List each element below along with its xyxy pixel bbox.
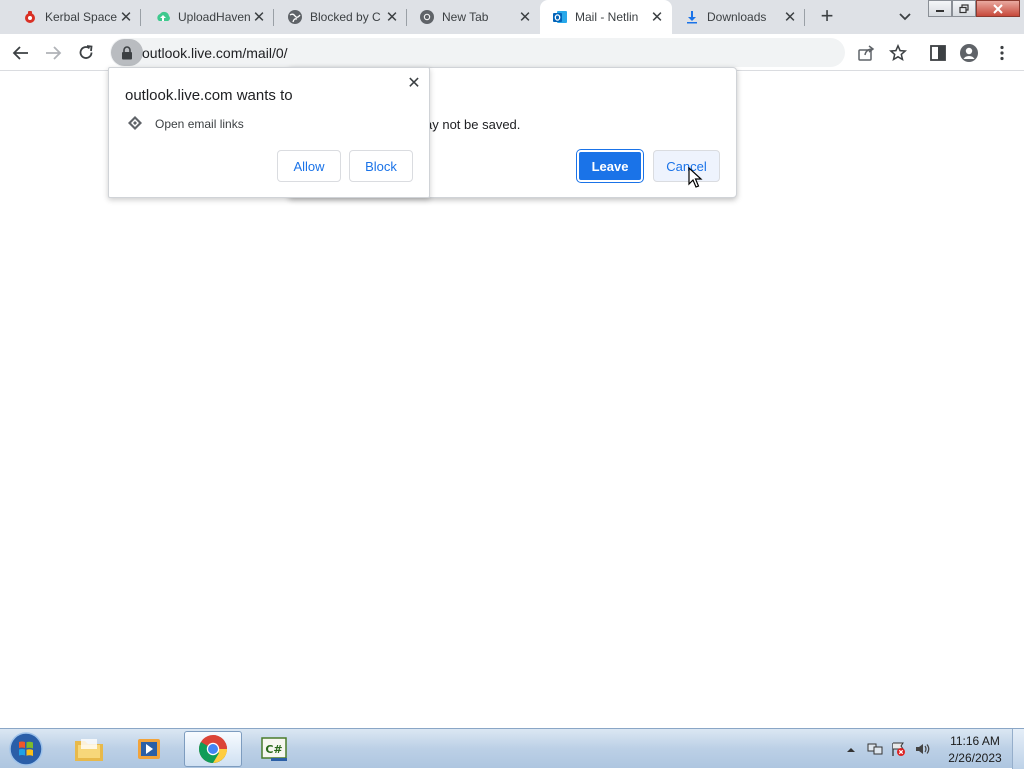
back-button[interactable] — [10, 42, 32, 64]
tab-title: Kerbal Space — [45, 10, 117, 24]
back-arrow-icon — [12, 46, 28, 60]
tab-blocked[interactable]: Blocked by C ✕ — [274, 0, 407, 34]
clock-time[interactable]: 11:16 AM — [945, 734, 1005, 748]
volume-icon[interactable] — [914, 741, 930, 757]
allow-button[interactable]: Allow — [277, 150, 341, 182]
url-text[interactable]: outlook.live.com/mail/0/ — [142, 45, 288, 61]
windows-start-icon — [9, 732, 43, 766]
protocol-handler-icon — [126, 114, 144, 132]
minimize-icon — [936, 9, 944, 12]
new-tab-button[interactable]: + — [815, 5, 839, 29]
tab-new-tab[interactable]: New Tab ✕ — [407, 0, 540, 34]
profile-button[interactable] — [958, 42, 980, 64]
bookmark-button[interactable] — [887, 42, 909, 64]
leave-dialog-message: ay not be saved. — [425, 117, 521, 132]
tab-uploadhaven[interactable]: UploadHaven ✕ — [141, 0, 274, 34]
taskbar-media-player[interactable] — [121, 731, 179, 767]
tab-title: New Tab — [442, 10, 489, 24]
taskbar-csharp[interactable]: C# — [246, 731, 304, 767]
globe-icon — [287, 9, 303, 25]
tab-title: Blocked by C — [310, 10, 381, 24]
close-icon[interactable]: ✕ — [781, 8, 799, 26]
forward-button[interactable] — [42, 42, 64, 64]
csharp-icon: C# — [261, 737, 287, 761]
tab-title: Mail - Netlin — [575, 10, 639, 24]
start-button[interactable] — [4, 730, 48, 768]
tab-downloads[interactable]: Downloads ✕ — [672, 0, 805, 34]
more-vert-icon — [1000, 45, 1004, 61]
action-center-icon[interactable] — [890, 741, 906, 757]
close-icon[interactable]: ✕ — [405, 74, 423, 92]
forward-arrow-icon — [46, 46, 62, 60]
close-icon[interactable]: ✕ — [516, 8, 534, 26]
restore-icon — [959, 3, 969, 13]
tab-search-button[interactable] — [895, 7, 915, 27]
protocol-handler-bubble: outlook.live.com wants to ✕ Open email l… — [108, 67, 430, 198]
svg-text:C#: C# — [265, 743, 282, 756]
media-player-icon — [138, 739, 160, 759]
tab-title: Downloads — [707, 10, 767, 24]
lock-icon — [122, 45, 132, 59]
browser-toolbar: outlook.live.com/mail/0/ — [0, 34, 1024, 71]
leave-button[interactable]: Leave — [577, 150, 643, 182]
close-icon[interactable]: ✕ — [383, 8, 401, 26]
window-close-button[interactable] — [976, 0, 1020, 17]
cancel-button[interactable]: Cancel — [653, 150, 720, 182]
address-bar[interactable]: outlook.live.com/mail/0/ — [110, 38, 845, 67]
tab-strip: Kerbal Space ✕ UploadHaven ✕ Blocked by … — [0, 0, 1024, 34]
kerbal-icon — [22, 9, 38, 25]
reload-icon — [79, 45, 93, 59]
menu-button[interactable] — [991, 42, 1013, 64]
chrome-icon — [199, 735, 227, 763]
chrome-icon — [419, 9, 435, 25]
tab-mail-active[interactable]: Mail - Netlin ✕ — [540, 0, 672, 34]
taskbar-chrome[interactable] — [184, 731, 242, 767]
site-info-button[interactable] — [111, 39, 143, 66]
reload-button[interactable] — [75, 42, 97, 64]
show-hidden-icons-button[interactable] — [845, 743, 857, 755]
tab-title: UploadHaven — [178, 10, 250, 24]
tab-separator — [804, 9, 805, 26]
star-icon — [889, 44, 907, 62]
windows-taskbar: C# 11:16 AM 2/26/2023 — [0, 728, 1024, 769]
chevron-up-icon — [847, 748, 855, 752]
profile-avatar-icon — [960, 44, 978, 62]
bubble-title: outlook.live.com wants to — [125, 87, 293, 104]
block-button[interactable]: Block — [349, 150, 413, 182]
restore-button[interactable] — [952, 0, 976, 17]
network-icon[interactable] — [867, 741, 883, 757]
minimize-button[interactable] — [928, 0, 952, 17]
tab-kerbal-space[interactable]: Kerbal Space ✕ — [0, 0, 141, 34]
taskbar-file-explorer[interactable] — [60, 731, 118, 767]
show-desktop-button[interactable] — [1012, 729, 1024, 769]
close-icon[interactable]: ✕ — [250, 8, 268, 26]
close-icon[interactable]: ✕ — [117, 8, 135, 26]
side-panel-button[interactable] — [927, 42, 949, 64]
side-panel-icon — [930, 45, 946, 61]
permission-item-label: Open email links — [155, 117, 244, 131]
share-icon — [858, 45, 875, 61]
outlook-icon — [552, 9, 568, 25]
clock-date[interactable]: 2/26/2023 — [945, 751, 1005, 765]
folder-icon — [75, 739, 103, 761]
mouse-cursor-icon — [688, 167, 703, 188]
chevron-down-icon — [899, 13, 911, 21]
share-button[interactable] — [855, 42, 877, 64]
uploadhaven-icon — [155, 9, 171, 25]
close-icon — [993, 3, 1003, 14]
close-icon[interactable]: ✕ — [648, 8, 666, 26]
download-icon — [684, 9, 700, 25]
